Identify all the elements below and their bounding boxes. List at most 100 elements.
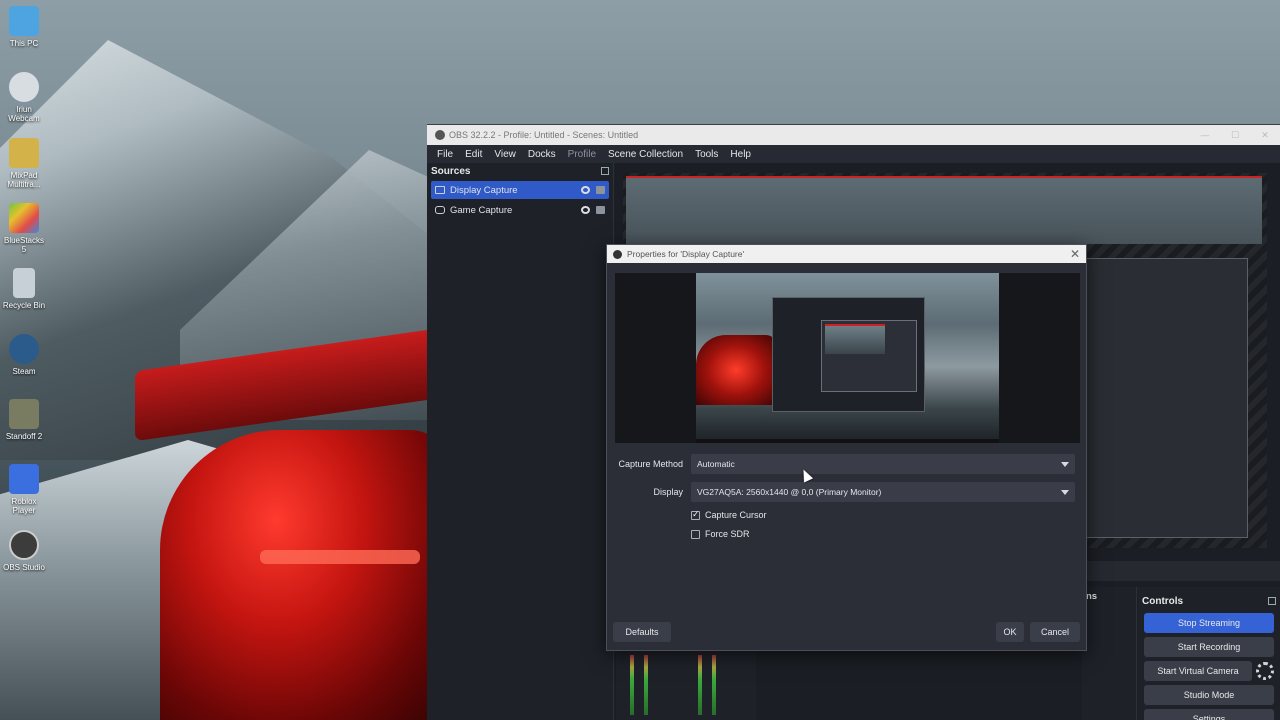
display-capture-preview [696, 273, 999, 443]
capture-cursor-checkbox[interactable]: Capture Cursor [691, 509, 767, 520]
sources-dock: Sources Display Capture Game Capture [427, 163, 614, 720]
recycle-bin-icon [13, 268, 35, 298]
display-label: Display [653, 487, 683, 497]
controls-dock-header: Controls [1138, 587, 1280, 609]
menu-file[interactable]: File [431, 149, 459, 160]
dialog-title: Properties for 'Display Capture' [627, 249, 745, 259]
gear-icon[interactable] [1256, 662, 1274, 680]
desktop-icon-label: MixPad Multitra... [7, 171, 41, 189]
capture-method-label: Capture Method [618, 459, 683, 469]
obs-titlebar[interactable]: OBS 32.2.2 - Profile: Untitled - Scenes:… [427, 125, 1280, 145]
virtual-camera-row: Start Virtual Camera [1144, 661, 1274, 681]
desktop-icon-label: Recycle Bin [2, 301, 46, 310]
display-select[interactable]: VG27AQ5A: 2560x1440 @ 0,0 (Primary Monit… [691, 482, 1075, 502]
cancel-button[interactable]: Cancel [1030, 622, 1080, 642]
computer-icon [9, 6, 39, 36]
obs-icon [9, 530, 39, 560]
menu-scene-collection[interactable]: Scene Collection [602, 149, 689, 160]
desktop-icon-label: This PC [9, 39, 39, 48]
standoff-icon [9, 399, 39, 429]
volume-meter [644, 655, 648, 715]
capture-method-row: Capture Method Automatic [607, 454, 1088, 474]
monitor-icon [435, 186, 445, 194]
ok-button[interactable]: OK [996, 622, 1024, 642]
volume-meter [698, 655, 702, 715]
capture-method-select[interactable]: Automatic [691, 454, 1075, 474]
properties-dialog: Properties for 'Display Capture' ✕ Captu… [606, 244, 1087, 651]
menu-help[interactable]: Help [724, 149, 757, 160]
controls-title: Controls [1142, 595, 1184, 607]
desktop-icon-iriun-webcam[interactable]: Iriun Webcam [2, 72, 46, 123]
menu-docks[interactable]: Docks [522, 149, 562, 160]
desktop-icon-label: OBS Studio [3, 563, 45, 572]
volume-meter [712, 655, 716, 715]
desktop-icon-label: BlueStacks 5 [3, 236, 45, 254]
dock-popout-icon[interactable] [601, 167, 609, 175]
capture-method-value: Automatic [697, 459, 735, 469]
settings-button[interactable]: Settings [1144, 709, 1274, 720]
source-label: Game Capture [450, 204, 513, 216]
desktop-icon-roblox[interactable]: Roblox Player [2, 464, 46, 515]
bluestacks-icon [9, 203, 39, 233]
desktop-icon-mixpad[interactable]: MixPad Multitra... [2, 138, 46, 189]
menu-tools[interactable]: Tools [689, 149, 724, 160]
start-virtual-camera-button[interactable]: Start Virtual Camera [1144, 661, 1252, 681]
volume-meter [630, 655, 634, 715]
force-sdr-checkbox[interactable]: Force SDR [691, 529, 750, 539]
close-icon[interactable]: ✕ [1070, 247, 1080, 261]
wallpaper-car [120, 328, 450, 720]
sources-title: Sources [431, 165, 471, 177]
desktop-icon-standoff[interactable]: Standoff 2 [2, 399, 46, 441]
sources-dock-header: Sources [427, 163, 613, 179]
desktop-icon-label: Iriun Webcam [8, 105, 40, 123]
checkbox-checked[interactable] [691, 509, 700, 520]
desktop-icon-label: Steam [12, 367, 36, 376]
defaults-button[interactable]: Defaults [613, 622, 671, 642]
stop-streaming-button[interactable]: Stop Streaming [1144, 613, 1274, 633]
preview-display-capture [626, 176, 1262, 244]
preview-nested-window [1083, 258, 1248, 538]
desktop-icon-obs[interactable]: OBS Studio [2, 530, 46, 572]
minimize-icon[interactable]: — [1190, 125, 1220, 145]
mixpad-icon [9, 138, 39, 168]
steam-icon [9, 334, 39, 364]
obs-logo-icon [613, 249, 622, 259]
menu-edit[interactable]: Edit [459, 149, 488, 160]
roblox-icon [9, 464, 39, 494]
lock-icon[interactable] [596, 186, 605, 194]
chevron-down-icon [1061, 462, 1069, 467]
start-recording-button[interactable]: Start Recording [1144, 637, 1274, 657]
source-item-display-capture[interactable]: Display Capture [431, 181, 609, 199]
transitions-dock-title: ns [1086, 591, 1098, 602]
checkbox-unchecked[interactable] [691, 529, 700, 539]
capture-cursor-label: Capture Cursor [705, 510, 767, 520]
desktop-icon-this-pc[interactable]: This PC [2, 6, 46, 48]
visibility-eye-icon[interactable] [581, 206, 590, 214]
obs-logo-icon [435, 130, 445, 140]
desktop-icon-recycle-bin[interactable]: Recycle Bin [2, 268, 46, 310]
chevron-down-icon [1061, 490, 1069, 495]
menu-profile[interactable]: Profile [562, 149, 602, 160]
desktop-icon-steam[interactable]: Steam [2, 334, 46, 376]
dock-popout-icon[interactable] [1268, 597, 1276, 605]
gamepad-icon [435, 206, 445, 214]
display-row: Display VG27AQ5A: 2560x1440 @ 0,0 (Prima… [607, 482, 1088, 502]
obs-menubar: File Edit View Docks Profile Scene Colle… [427, 145, 1280, 163]
lock-icon[interactable] [596, 206, 605, 214]
desktop-icon-label: Roblox Player [11, 497, 37, 515]
dialog-preview [615, 273, 1080, 443]
visibility-eye-icon[interactable] [581, 186, 590, 194]
force-sdr-label: Force SDR [705, 529, 750, 539]
dialog-titlebar[interactable]: Properties for 'Display Capture' ✕ [607, 245, 1086, 263]
controls-dock: Controls Stop Streaming Start Recording … [1138, 587, 1280, 720]
desktop-icon-label: Standoff 2 [5, 432, 43, 441]
source-item-game-capture[interactable]: Game Capture [431, 201, 609, 219]
studio-mode-button[interactable]: Studio Mode [1144, 685, 1274, 705]
transitions-dock: ns [1082, 587, 1137, 720]
desktop-icon-bluestacks[interactable]: BlueStacks 5 [2, 203, 46, 254]
close-icon[interactable]: ✕ [1250, 125, 1280, 145]
source-label: Display Capture [450, 184, 518, 196]
maximize-icon[interactable]: ☐ [1220, 125, 1250, 145]
menu-view[interactable]: View [488, 149, 522, 160]
obs-window-title: OBS 32.2.2 - Profile: Untitled - Scenes:… [449, 130, 639, 140]
